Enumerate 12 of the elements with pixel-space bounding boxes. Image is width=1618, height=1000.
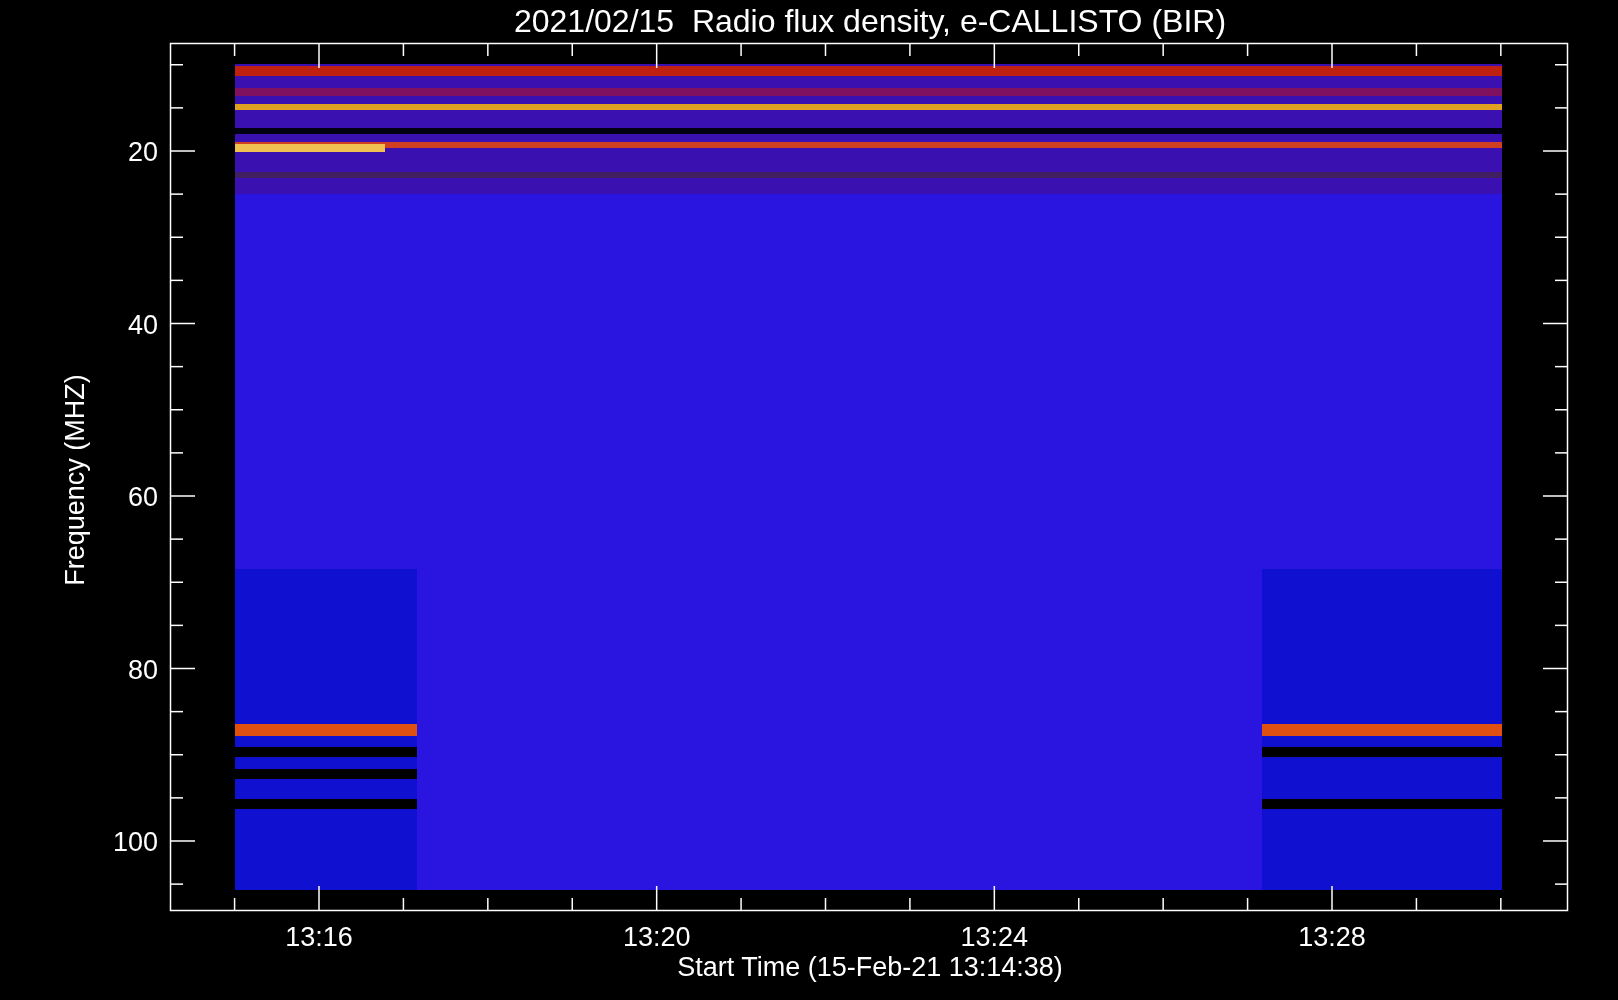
tick-label: 40 xyxy=(127,309,158,340)
chart-title: 2021/02/15 Radio flux density, e-CALLISTO (BIR) xyxy=(513,3,1227,39)
tick-label: 13:24 xyxy=(960,922,1029,952)
tick-label: 20 xyxy=(127,137,158,167)
tick-label: 100 xyxy=(112,827,158,857)
axis-title: Start Time (15-Feb-21 13:14:38) xyxy=(677,952,1063,982)
axis-title: Frequency (MHZ) xyxy=(60,374,90,586)
tick-label: 13:20 xyxy=(622,922,691,952)
tick-label: 13:16 xyxy=(285,922,353,952)
tick-label: 13:28 xyxy=(1298,922,1366,952)
tick-label: 80 xyxy=(127,654,158,685)
tick-label: 60 xyxy=(127,482,158,512)
